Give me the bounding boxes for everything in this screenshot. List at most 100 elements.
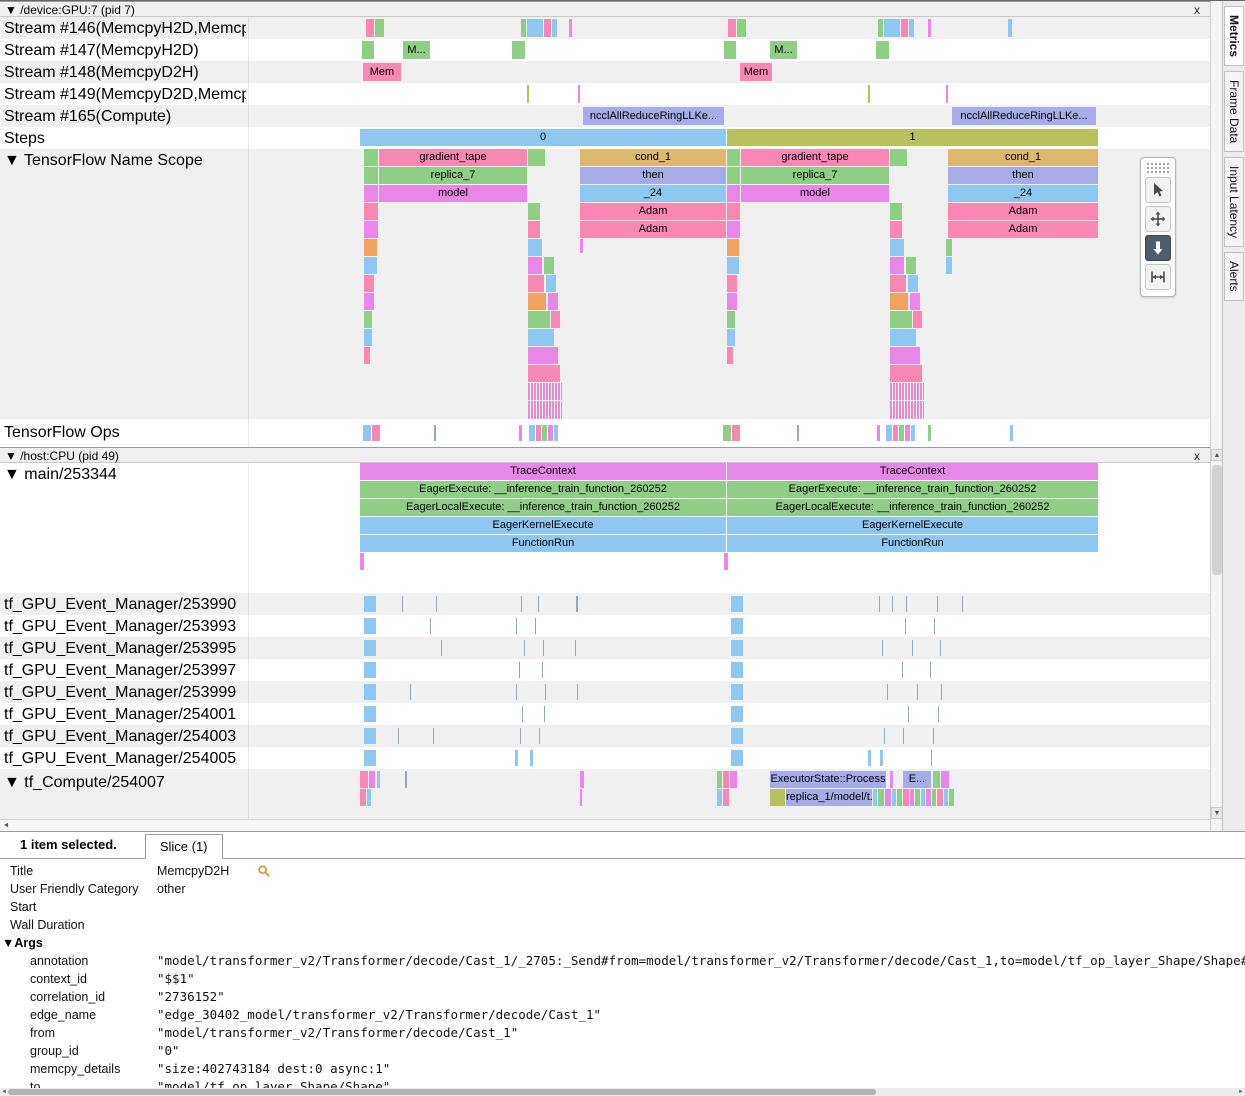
trace-event[interactable] — [364, 167, 378, 184]
trace-event[interactable] — [367, 789, 371, 806]
trace-event[interactable] — [548, 293, 558, 310]
trace-event[interactable]: replica_1/model/t... — [786, 789, 872, 806]
trace-event[interactable] — [933, 728, 934, 744]
trace-event[interactable] — [542, 662, 543, 678]
trace-event[interactable] — [375, 19, 384, 37]
trace-event[interactable]: gradient_tape — [379, 149, 527, 166]
cpu-process-header[interactable]: ▼ /host:CPU (pid 49) x — [0, 447, 1210, 463]
trace-event[interactable] — [731, 618, 743, 634]
trace-event[interactable] — [877, 425, 880, 441]
trace-event[interactable] — [921, 789, 925, 806]
trace-event[interactable] — [731, 596, 743, 612]
sidebar-tab-alerts[interactable]: Alerts — [1224, 252, 1244, 301]
trace-event[interactable] — [364, 347, 370, 364]
trace-event[interactable]: M... — [403, 41, 430, 59]
trace-event[interactable] — [909, 19, 914, 37]
magnifier-icon[interactable] — [257, 862, 271, 880]
trace-event[interactable] — [548, 425, 553, 441]
trace-event[interactable] — [890, 203, 902, 220]
trace-event[interactable]: replica_7 — [741, 167, 889, 184]
trace-event[interactable] — [723, 789, 729, 806]
trace-event[interactable] — [528, 347, 558, 364]
trace-event[interactable] — [727, 275, 737, 292]
trace-event[interactable]: EagerKernelExecute — [727, 517, 1098, 534]
trace-event[interactable] — [890, 771, 893, 788]
trace-event[interactable] — [398, 728, 399, 744]
trace-event[interactable] — [554, 425, 558, 441]
trace-event[interactable] — [528, 293, 546, 310]
trace-event[interactable] — [552, 19, 557, 37]
trace-event[interactable] — [1008, 19, 1012, 37]
trace-event[interactable]: _24 — [948, 185, 1098, 202]
trace-event[interactable] — [364, 618, 376, 634]
trace-event[interactable]: Adam — [948, 203, 1098, 220]
trace-event[interactable] — [944, 789, 948, 806]
trace-event[interactable] — [882, 640, 883, 656]
trace-event[interactable]: EagerExecute: __inference_train_function… — [727, 481, 1098, 498]
trace-event[interactable]: FunctionRun — [727, 535, 1098, 552]
trace-event[interactable] — [516, 684, 517, 700]
trace-event[interactable] — [543, 640, 544, 656]
trace-event[interactable] — [717, 789, 722, 806]
trace-event[interactable]: M... — [770, 41, 797, 59]
trace-event[interactable] — [727, 167, 740, 184]
gpu-process-header[interactable]: ▼ /device:GPU:7 (pid 7) x — [0, 1, 1210, 17]
trace-event[interactable]: ncclAllReduceRingLLKe... — [583, 107, 724, 125]
trace-event[interactable] — [528, 149, 545, 166]
trace-event[interactable] — [901, 19, 908, 37]
trace-event[interactable] — [930, 662, 931, 678]
trace-event[interactable]: EagerExecute: __inference_train_function… — [360, 481, 726, 498]
trace-event[interactable] — [724, 41, 736, 59]
trace-event[interactable] — [727, 311, 735, 328]
trace-event[interactable] — [915, 789, 920, 806]
trace-event[interactable] — [430, 618, 431, 634]
trace-event[interactable]: E... — [903, 771, 931, 788]
trace-event[interactable] — [545, 684, 546, 700]
trace-event[interactable] — [731, 750, 743, 766]
trace-event[interactable] — [890, 383, 924, 400]
trace-event[interactable] — [364, 275, 374, 292]
trace-event[interactable] — [946, 239, 952, 256]
trace-event[interactable] — [723, 425, 731, 441]
trace-event[interactable] — [528, 221, 540, 238]
trace-event[interactable] — [544, 257, 554, 274]
trace-event[interactable] — [731, 728, 743, 744]
trace-event[interactable] — [528, 383, 562, 400]
trace-event[interactable]: cond_1 — [580, 149, 726, 166]
trace-event[interactable]: Adam — [580, 221, 726, 238]
trace-event[interactable] — [731, 662, 743, 678]
trace-event[interactable] — [892, 789, 896, 806]
trace-event[interactable]: then — [948, 167, 1098, 184]
trace-event[interactable] — [519, 425, 522, 441]
trace-event[interactable] — [546, 275, 556, 292]
trace-event[interactable]: gradient_tape — [741, 149, 889, 166]
trace-event[interactable] — [544, 706, 545, 722]
trace-event[interactable] — [522, 706, 523, 722]
trace-event[interactable] — [905, 618, 906, 634]
trace-event[interactable] — [528, 257, 542, 274]
trace-event[interactable] — [887, 684, 888, 700]
vertical-scrollbar-thumb[interactable] — [1212, 465, 1222, 575]
trace-event[interactable] — [770, 789, 785, 806]
trace-event[interactable] — [890, 329, 916, 346]
trace-event[interactable] — [436, 596, 437, 612]
trace-event[interactable] — [931, 750, 932, 766]
trace-event[interactable] — [906, 257, 916, 274]
trace-event[interactable] — [908, 275, 918, 292]
trace-event[interactable] — [737, 19, 746, 37]
trace-event[interactable]: Adam — [948, 221, 1098, 238]
trace-event[interactable] — [516, 618, 517, 634]
trace-event[interactable] — [410, 684, 411, 700]
trace-event[interactable] — [908, 706, 909, 722]
trace-event[interactable] — [1010, 425, 1013, 441]
trace-event[interactable] — [886, 425, 892, 441]
trace-event[interactable]: 1 — [727, 129, 1098, 146]
trace-event[interactable] — [728, 19, 736, 37]
sidebar-tab-input-latency[interactable]: Input Latency — [1224, 157, 1244, 247]
trace-event[interactable] — [405, 771, 407, 788]
trace-event[interactable] — [880, 750, 883, 766]
bottom-hscrollbar-thumb[interactable] — [8, 1089, 876, 1095]
trace-event[interactable] — [727, 329, 735, 346]
trace-event[interactable] — [727, 221, 740, 238]
trace-event[interactable] — [372, 425, 380, 441]
